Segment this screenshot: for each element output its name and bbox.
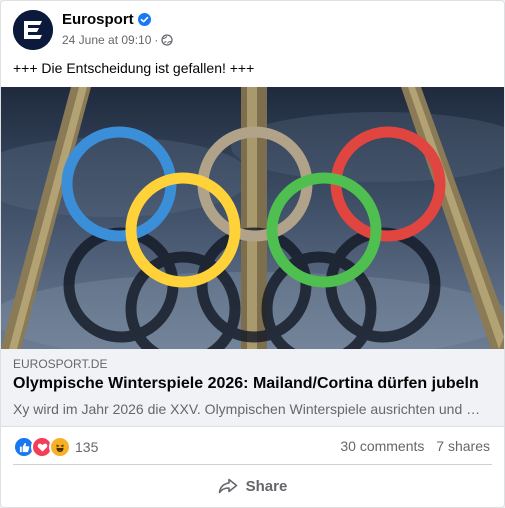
link-description: Xy wird im Jahr 2026 die XXV. Olympische… — [13, 401, 483, 417]
post-text: +++ Die Entscheidung ist gefallen! +++ — [13, 60, 255, 76]
engagement-counts: 30 comments 7 shares — [332, 438, 490, 454]
link-domain: EUROSPORT.DE — [13, 357, 108, 371]
link-preview-image[interactable] — [1, 87, 504, 349]
share-arrow-icon — [218, 478, 237, 494]
page-name[interactable]: Eurosport — [62, 11, 151, 28]
shares-count[interactable]: 7 shares — [436, 438, 490, 454]
post-card: Eurosport 24 June at 09:10 · +++ Die Ent… — [0, 0, 505, 508]
post-header: Eurosport 24 June at 09:10 · — [13, 10, 493, 50]
link-preview[interactable]: EUROSPORT.DE Olympische Winterspiele 202… — [1, 349, 504, 427]
comments-count[interactable]: 30 comments — [340, 438, 424, 454]
link-title[interactable]: Olympische Winterspiele 2026: Mailand/Co… — [13, 375, 479, 393]
haha-icon — [49, 436, 71, 458]
olympic-rings-photo — [1, 87, 504, 349]
meta-separator: · — [154, 33, 159, 47]
page-name-text[interactable]: Eurosport — [62, 11, 134, 28]
globe-icon[interactable] — [161, 34, 174, 46]
reaction-count[interactable]: 135 — [75, 439, 98, 455]
reactions-summary[interactable]: 135 — [13, 436, 98, 458]
post-timestamp[interactable]: 24 June at 09:10 — [62, 33, 151, 47]
actions-divider — [13, 464, 492, 465]
eurosport-logo-icon — [13, 10, 53, 50]
verified-badge-icon — [137, 13, 151, 26]
post-meta: 24 June at 09:10 · — [62, 33, 174, 47]
page-avatar[interactable] — [13, 10, 53, 50]
share-button[interactable]: Share — [13, 469, 492, 503]
share-label: Share — [245, 477, 288, 495]
